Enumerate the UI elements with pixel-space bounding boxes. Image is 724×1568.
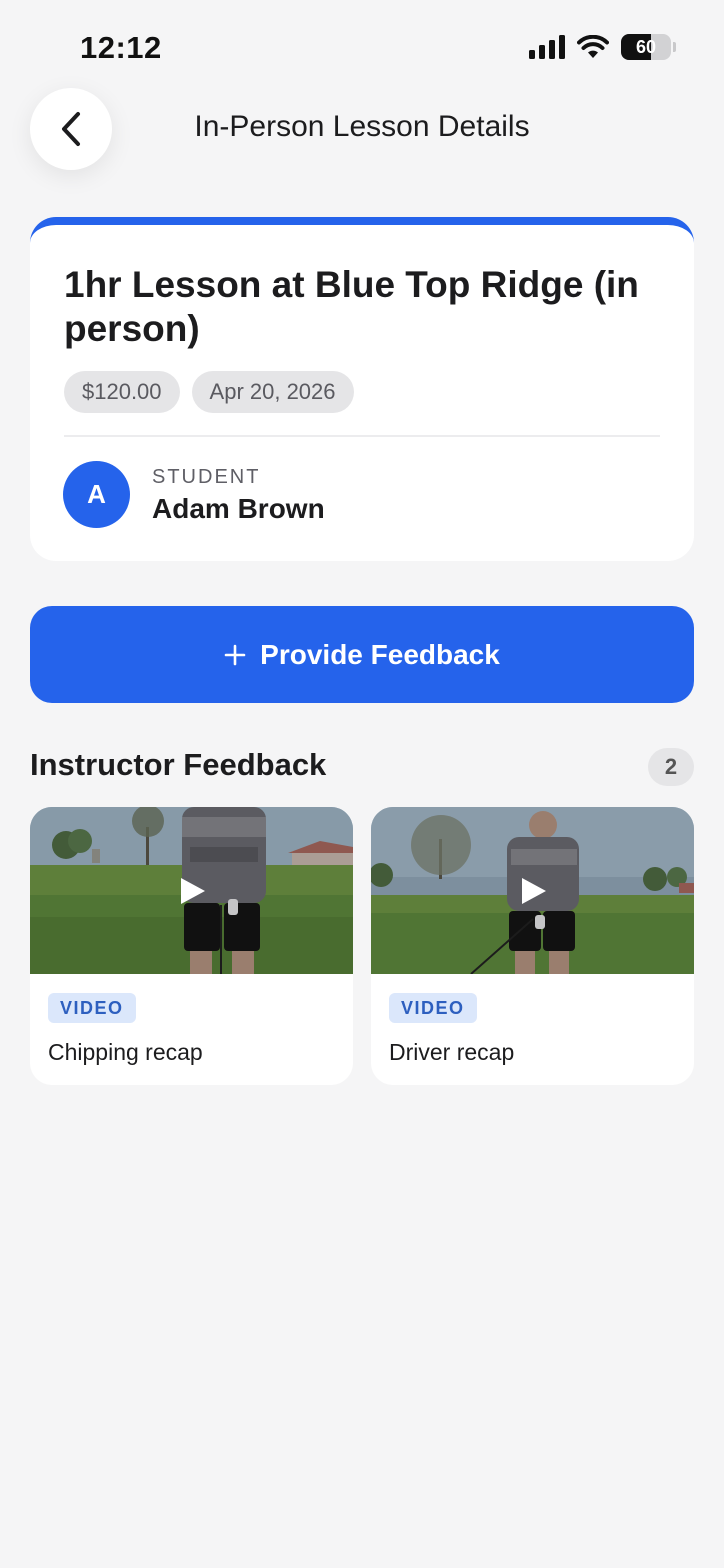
student-label: STUDENT: [152, 466, 261, 488]
video-card-chipping[interactable]: VIDEO Chipping recap: [30, 807, 353, 1085]
feedback-count-badge: 2: [648, 748, 694, 786]
video-thumbnail[interactable]: [371, 807, 694, 974]
video-tag: VIDEO: [48, 993, 136, 1023]
plus-icon: [224, 644, 246, 665]
lesson-card: 1hr Lesson at Blue Top Ridge (in person)…: [30, 217, 694, 561]
video-title: Driver recap: [389, 1039, 515, 1065]
section-title: Instructor Feedback: [30, 747, 327, 782]
student-avatar: A: [63, 461, 130, 528]
video-title: Chipping recap: [48, 1039, 203, 1065]
price-chip: $120.00: [64, 371, 180, 413]
cellular-signal-icon: [529, 35, 565, 59]
video-card-driver[interactable]: VIDEO Driver recap: [371, 807, 694, 1085]
play-icon: [180, 877, 205, 904]
screen: 12:12 60 In-Person Lesson Details 1hr Le…: [0, 0, 724, 1568]
battery-nub: [673, 42, 676, 52]
battery-icon: 60: [621, 34, 671, 60]
play-icon: [521, 877, 546, 904]
student-name: Adam Brown: [152, 493, 325, 524]
status-icons: 60: [529, 34, 676, 60]
date-chip: Apr 20, 2026: [191, 371, 354, 413]
lesson-title: 1hr Lesson at Blue Top Ridge (in person): [64, 264, 639, 349]
page-title: In-Person Lesson Details: [194, 110, 530, 143]
wifi-icon: [577, 35, 609, 58]
battery-percentage: 60: [635, 36, 657, 57]
video-thumbnail[interactable]: [30, 807, 353, 974]
divider: [64, 435, 660, 437]
video-tag: VIDEO: [389, 993, 477, 1023]
provide-feedback-button[interactable]: Provide Feedback: [30, 606, 694, 703]
status-time: 12:12: [80, 30, 162, 65]
provide-feedback-label: Provide Feedback: [260, 638, 500, 670]
lesson-chips: $120.00 Apr 20, 2026: [64, 371, 354, 413]
